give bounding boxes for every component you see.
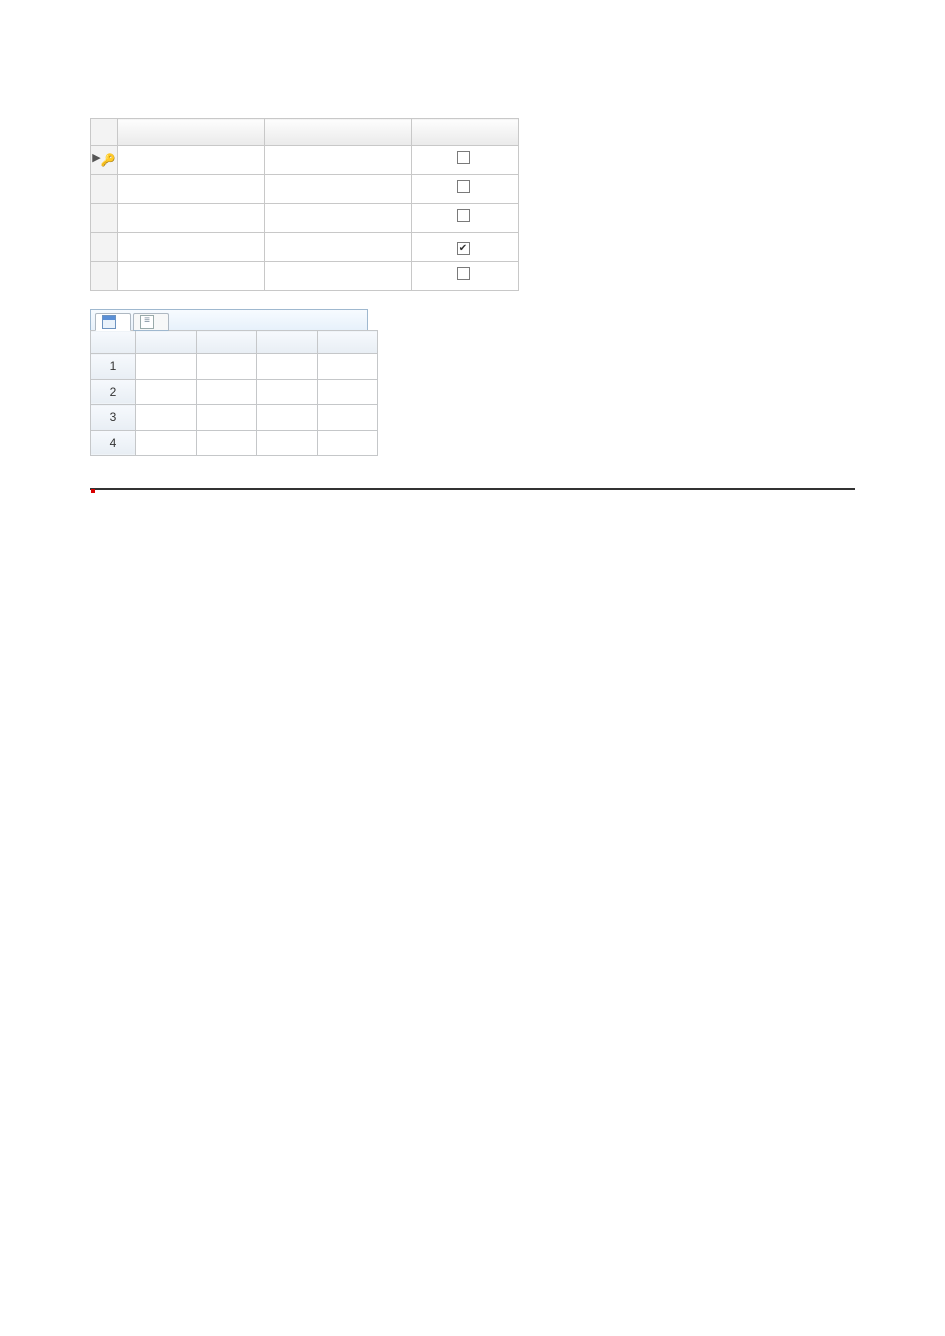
schema-null-cell[interactable]: ✔ [412,233,519,262]
message-icon [140,315,154,329]
schema-colname-cell[interactable] [118,146,265,175]
results-col-header[interactable] [136,331,197,354]
results-grid: 1 2 3 4 [90,330,378,456]
schema-datatype-cell[interactable] [265,146,412,175]
results-cell[interactable] [136,430,197,455]
schema-datatype-cell[interactable] [265,175,412,204]
schema-colname-cell[interactable] [118,262,265,291]
results-cell[interactable] [317,379,378,404]
checkbox-icon[interactable] [457,209,470,222]
schema-row[interactable]: ✔ [91,233,519,262]
schema-null-cell[interactable] [412,146,519,175]
schema-datatype-cell[interactable] [265,233,412,262]
schema-datatype-cell[interactable] [265,204,412,233]
schema-colname-cell[interactable] [118,204,265,233]
results-tabs [90,309,368,330]
schema-datatype-cell[interactable] [265,262,412,291]
results-cell[interactable] [196,430,257,455]
results-cell[interactable] [317,354,378,379]
schema-row[interactable] [91,175,519,204]
schema-header-allownull [412,119,519,146]
results-cell[interactable] [136,405,197,430]
results-col-header[interactable] [317,331,378,354]
results-cell[interactable] [196,405,257,430]
results-col-header[interactable] [257,331,318,354]
results-cell[interactable] [257,430,318,455]
results-cell[interactable] [196,379,257,404]
grid-icon [102,315,116,329]
schema-header-colname [118,119,265,146]
sql-schema-table: ▶🔑 ✔ [90,118,519,291]
results-row[interactable]: 4 [91,430,378,455]
row-indicator-icon: ▶ [92,149,100,168]
schema-header-datatype [265,119,412,146]
results-cell[interactable] [196,354,257,379]
schema-row[interactable] [91,262,519,291]
schema-row[interactable]: ▶🔑 [91,146,519,175]
results-cell[interactable] [317,405,378,430]
results-col-header[interactable] [196,331,257,354]
code-highlight-box [91,489,95,493]
results-cell[interactable] [257,354,318,379]
tab-results[interactable] [95,313,131,331]
checkbox-icon[interactable] [457,267,470,280]
checkbox-icon[interactable]: ✔ [457,242,470,255]
schema-header-row [91,119,519,146]
schema-null-cell[interactable] [412,175,519,204]
code-editor[interactable] [90,488,855,490]
results-cell[interactable] [257,379,318,404]
schema-colname-cell[interactable] [118,175,265,204]
results-cell[interactable] [136,354,197,379]
schema-row[interactable] [91,204,519,233]
sql-results-panel: 1 2 3 4 [90,309,855,456]
results-cell[interactable] [136,379,197,404]
primary-key-icon: 🔑 [101,150,116,170]
results-row[interactable]: 1 [91,354,378,379]
schema-colname-cell[interactable] [118,233,265,262]
schema-null-cell[interactable] [412,262,519,291]
results-cell[interactable] [257,405,318,430]
results-cell[interactable] [317,430,378,455]
schema-null-cell[interactable] [412,204,519,233]
results-row[interactable]: 2 [91,379,378,404]
document-page: ▶🔑 ✔ [0,0,945,566]
checkbox-icon[interactable] [457,180,470,193]
tab-messages[interactable] [133,313,169,331]
checkbox-icon[interactable] [457,151,470,164]
results-row[interactable]: 3 [91,405,378,430]
